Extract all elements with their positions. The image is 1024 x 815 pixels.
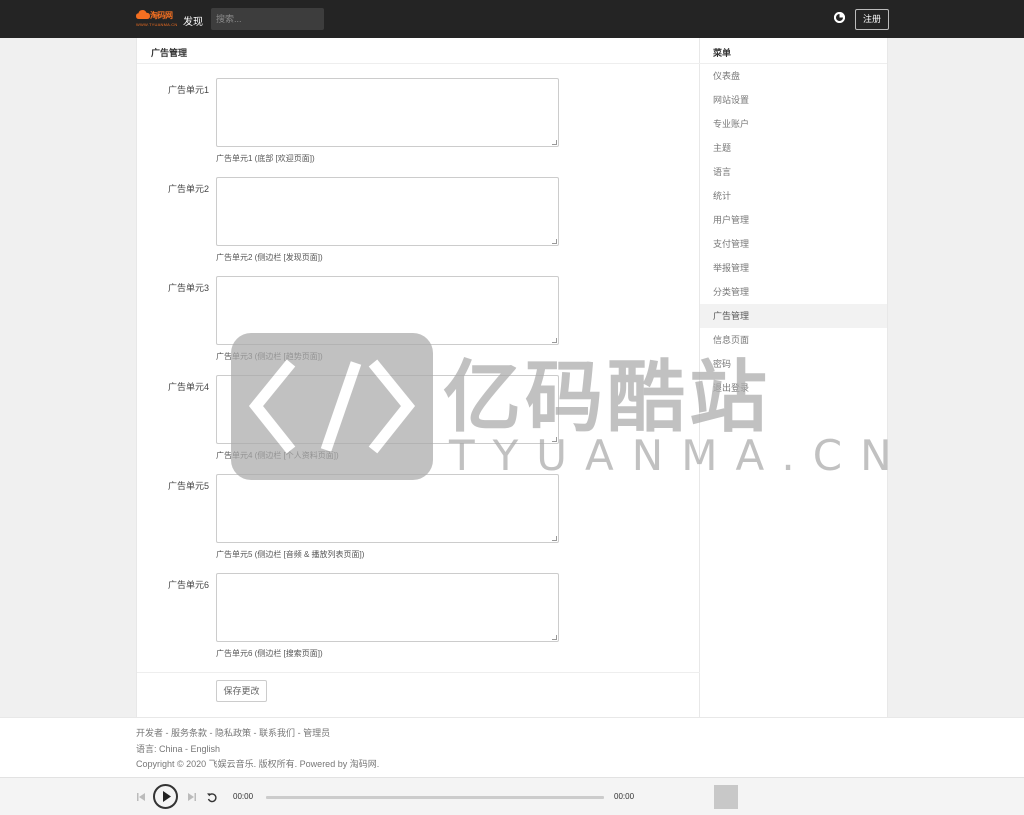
ad-unit-3-textarea[interactable] bbox=[216, 276, 559, 345]
sidebar-title: 菜单 bbox=[713, 48, 732, 58]
page-title: 广告管理 bbox=[151, 48, 188, 58]
sidebar-item-payments[interactable]: 支付管理 bbox=[700, 232, 887, 256]
footer-link-privacy[interactable]: 隐私政策 bbox=[215, 728, 251, 738]
sidebar-item-themes[interactable]: 主题 bbox=[700, 136, 887, 160]
sidebar-item-info-pages[interactable]: 信息页面 bbox=[700, 328, 887, 352]
register-button[interactable]: 注册 bbox=[855, 9, 889, 30]
ad-unit-help-text: 广告单元3 (侧边栏 [趋势页面]) bbox=[216, 352, 323, 361]
previous-track-icon[interactable] bbox=[136, 792, 146, 802]
sidebar-item-ads[interactable]: 广告管理 bbox=[700, 304, 887, 328]
sidebar-item-statistics[interactable]: 统计 bbox=[700, 184, 887, 208]
ad-unit-5-textarea[interactable] bbox=[216, 474, 559, 543]
footer-language: 语言: China - English bbox=[136, 744, 221, 754]
ad-unit-4-textarea[interactable] bbox=[216, 375, 559, 444]
top-navbar: 淘码网 WWW.TYUANMA.CN 发现 注册 bbox=[0, 0, 1024, 38]
resize-handle-icon[interactable] bbox=[552, 338, 557, 343]
progress-track[interactable] bbox=[266, 796, 604, 799]
cloud-logo-icon bbox=[136, 10, 150, 19]
admin-sidebar: 菜单 仪表盘 网站设置 专业账户 主题 语言 统计 用户管理 支付管理 举报管理… bbox=[700, 38, 888, 717]
divider bbox=[137, 672, 700, 673]
resize-handle-icon[interactable] bbox=[552, 536, 557, 541]
next-track-icon[interactable] bbox=[187, 792, 197, 802]
footer-copyright: Copyright © 2020 飞娱云音乐. 版权所有. Powered by… bbox=[136, 759, 380, 769]
play-icon bbox=[163, 791, 171, 802]
sidebar-item-pro-account[interactable]: 专业账户 bbox=[700, 112, 887, 136]
ad-unit-help-text: 广告单元2 (侧边栏 [发现页面]) bbox=[216, 253, 323, 262]
sidebar-item-users[interactable]: 用户管理 bbox=[700, 208, 887, 232]
ad-unit-row: 广告单元4 广告单元4 (侧边栏 [个人资料页面]) bbox=[137, 375, 700, 474]
sidebar-item-dashboard[interactable]: 仪表盘 bbox=[700, 64, 887, 88]
ad-unit-row: 广告单元5 广告单元5 (侧边栏 [音频 & 播放列表页面]) bbox=[137, 474, 700, 573]
ad-unit-help-text: 广告单元5 (侧边栏 [音频 & 播放列表页面]) bbox=[216, 550, 365, 559]
sidebar-item-reports[interactable]: 举报管理 bbox=[700, 256, 887, 280]
ad-unit-row: 广告单元1 广告单元1 (底部 [欢迎页面]) bbox=[137, 78, 700, 177]
sidebar-item-categories[interactable]: 分类管理 bbox=[700, 280, 887, 304]
ad-unit-label: 广告单元1 bbox=[167, 85, 209, 95]
theme-toggle-icon[interactable] bbox=[834, 12, 845, 23]
logo-text: 淘码网 bbox=[150, 11, 173, 20]
sidebar-item-site-settings[interactable]: 网站设置 bbox=[700, 88, 887, 112]
ad-unit-help-text: 广告单元4 (侧边栏 [个人资料页面]) bbox=[216, 451, 339, 460]
resize-handle-icon[interactable] bbox=[552, 239, 557, 244]
site-logo[interactable]: 淘码网 WWW.TYUANMA.CN bbox=[136, 8, 178, 30]
ad-unit-6-textarea[interactable] bbox=[216, 573, 559, 642]
ad-unit-row: 广告单元3 广告单元3 (侧边栏 [趋势页面]) bbox=[137, 276, 700, 375]
resize-handle-icon[interactable] bbox=[552, 140, 557, 145]
ad-management-panel: 广告管理 广告单元1 广告单元1 (底部 [欢迎页面]) 广告单元2 广告单元2… bbox=[136, 38, 700, 717]
divider bbox=[137, 63, 700, 64]
total-time: 00:00 bbox=[614, 792, 635, 801]
sidebar-item-password[interactable]: 密码 bbox=[700, 352, 887, 376]
audio-player-bar: 00:00 00:00 bbox=[0, 777, 1024, 815]
resize-handle-icon[interactable] bbox=[552, 635, 557, 640]
repeat-icon[interactable] bbox=[206, 791, 218, 803]
ad-unit-label: 广告单元4 bbox=[167, 382, 209, 392]
ad-unit-1-textarea[interactable] bbox=[216, 78, 559, 147]
footer-link-terms[interactable]: 服务条款 bbox=[171, 728, 207, 738]
ad-unit-row: 广告单元6 广告单元6 (侧边栏 [搜索页面]) bbox=[137, 573, 700, 672]
ad-unit-label: 广告单元6 bbox=[167, 580, 209, 590]
resize-handle-icon[interactable] bbox=[552, 437, 557, 442]
language-option-china[interactable]: China bbox=[159, 744, 183, 754]
footer-links: 开发者 - 服务条款 - 隐私政策 - 联系我们 - 管理员 bbox=[136, 728, 331, 738]
play-button[interactable] bbox=[153, 784, 178, 809]
language-option-english[interactable]: English bbox=[191, 744, 221, 754]
sidebar-item-languages[interactable]: 语言 bbox=[700, 160, 887, 184]
save-changes-button[interactable]: 保存更改 bbox=[216, 680, 267, 702]
ad-unit-2-textarea[interactable] bbox=[216, 177, 559, 246]
ad-unit-label: 广告单元3 bbox=[167, 283, 209, 293]
nav-discover-link[interactable]: 发现 bbox=[183, 13, 203, 28]
language-prefix: 语言: bbox=[136, 744, 157, 754]
current-time: 00:00 bbox=[233, 792, 254, 801]
logo-subtext: WWW.TYUANMA.CN bbox=[136, 22, 178, 27]
sidebar-item-logout[interactable]: 退出登录 bbox=[700, 376, 887, 400]
ad-unit-row: 广告单元2 广告单元2 (侧边栏 [发现页面]) bbox=[137, 177, 700, 276]
page-footer: 开发者 - 服务条款 - 隐私政策 - 联系我们 - 管理员 语言: China… bbox=[0, 717, 1024, 777]
ad-unit-help-text: 广告单元1 (底部 [欢迎页面]) bbox=[216, 154, 315, 163]
footer-link-developers[interactable]: 开发者 bbox=[136, 728, 163, 738]
ad-unit-label: 广告单元5 bbox=[167, 481, 209, 491]
search-input[interactable] bbox=[211, 8, 324, 30]
footer-link-contact[interactable]: 联系我们 bbox=[259, 728, 295, 738]
track-cover-thumbnail[interactable] bbox=[714, 785, 738, 809]
ad-unit-help-text: 广告单元6 (侧边栏 [搜索页面]) bbox=[216, 649, 323, 658]
footer-link-admin[interactable]: 管理员 bbox=[303, 728, 330, 738]
ad-unit-label: 广告单元2 bbox=[167, 184, 209, 194]
